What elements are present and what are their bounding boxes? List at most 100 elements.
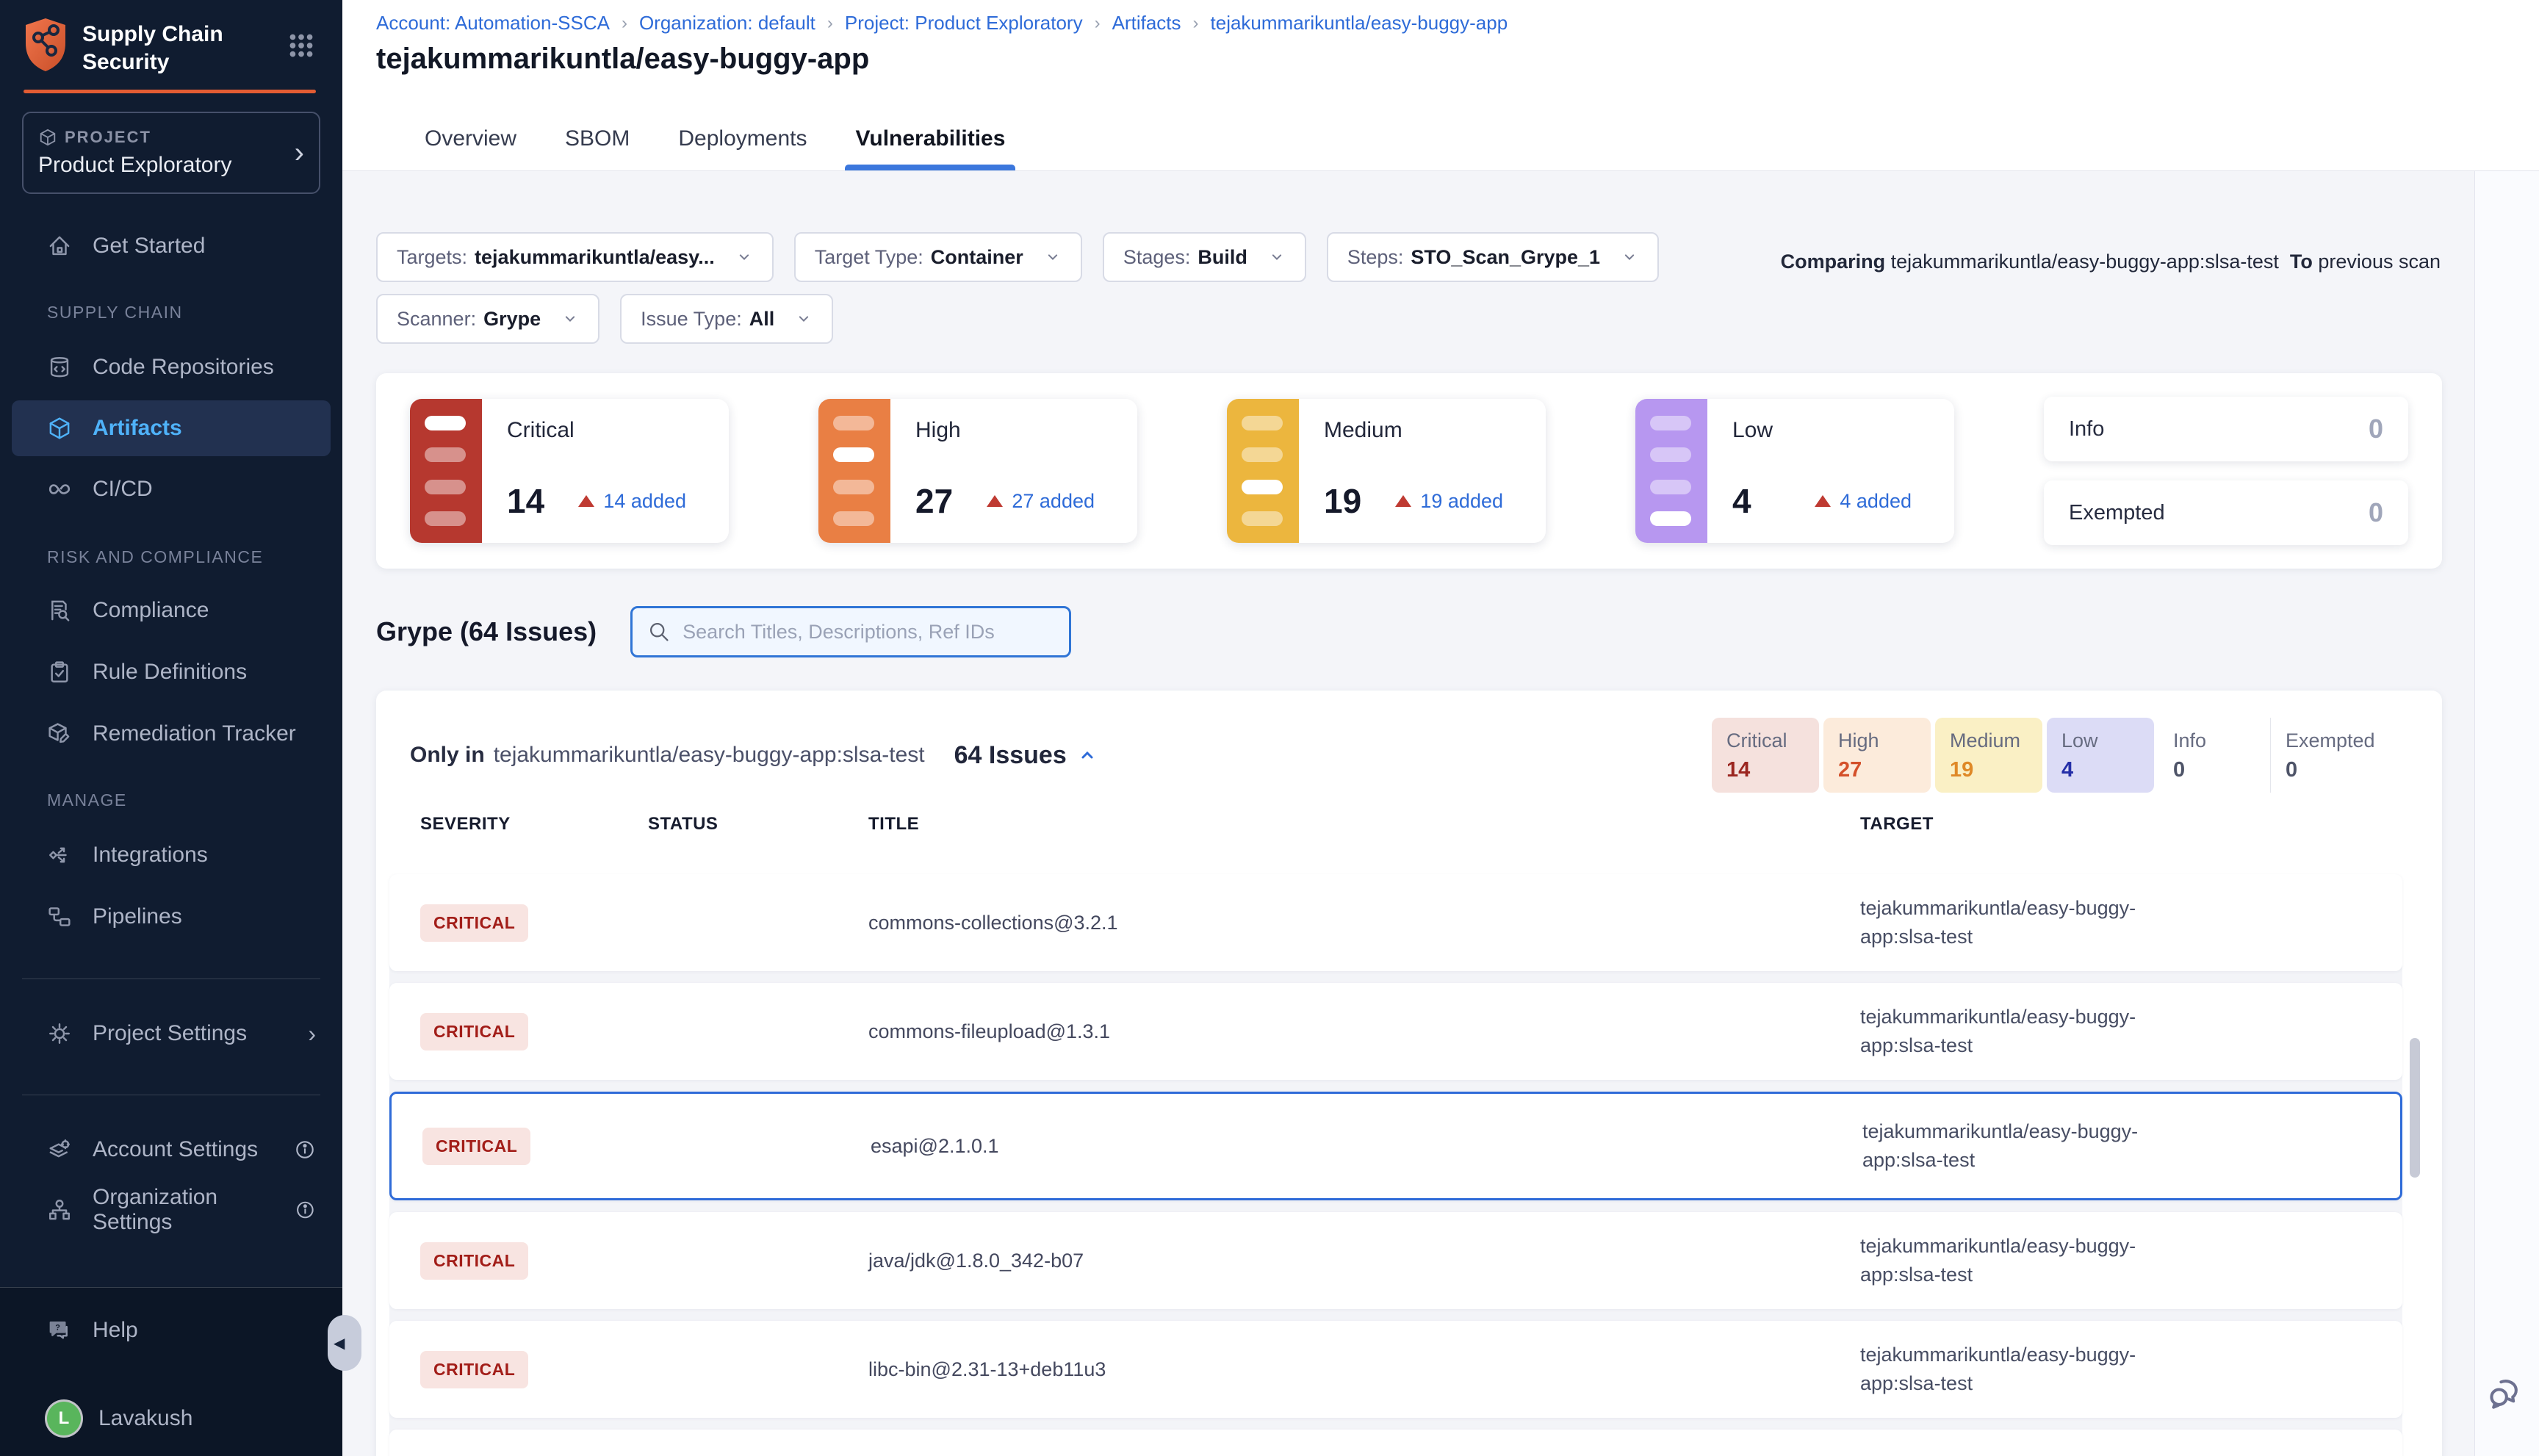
product-title: Supply Chain Security xyxy=(82,21,223,76)
severity-card-high[interactable]: High 27 27 added xyxy=(818,399,1137,543)
filter-stages[interactable]: Stages: Build xyxy=(1103,232,1306,282)
user-menu[interactable]: L Lavakush xyxy=(12,1395,331,1442)
high-count: 27 xyxy=(915,481,953,521)
chat-bubbles-icon[interactable] xyxy=(2486,1375,2524,1413)
severity-badge: CRITICAL xyxy=(420,904,528,942)
sidebar-item-remediation-tracker[interactable]: Remediation Tracker xyxy=(12,710,331,757)
chip-critical[interactable]: Critical 14 xyxy=(1712,718,1819,793)
tab-deployments[interactable]: Deployments xyxy=(678,126,807,170)
issues-count: 64 Issues xyxy=(954,741,1067,770)
issue-target: tejakummarikuntla/easy-buggy-app:slsa-te… xyxy=(1860,1003,2178,1060)
table-row[interactable]: CRITICAL commons-collections@3.2.1 tejak… xyxy=(389,874,2402,971)
sidebar-item-get-started[interactable]: Get Started xyxy=(12,223,331,270)
sidebar-item-cicd[interactable]: CI/CD xyxy=(12,466,331,513)
sidebar-item-account-settings[interactable]: Account Settings xyxy=(12,1126,331,1173)
breadcrumb-artifacts[interactable]: Artifacts xyxy=(1112,12,1181,35)
search-input[interactable] xyxy=(683,621,1054,644)
page-header: Account: Automation-SSCA › Organization:… xyxy=(342,0,2539,171)
triangle-up-icon xyxy=(987,495,1003,507)
sidebar-item-artifacts[interactable]: Artifacts xyxy=(12,400,331,456)
filter-targets[interactable]: Targets: tejakummarikuntla/easy... xyxy=(376,232,774,282)
sidebar-item-project-settings[interactable]: Project Settings › xyxy=(12,1010,331,1057)
tab-vulnerabilities[interactable]: Vulnerabilities xyxy=(855,126,1005,170)
sidebar-item-integrations[interactable]: Integrations xyxy=(12,832,331,879)
column-target: TARGET xyxy=(1860,814,2391,835)
breadcrumb-account[interactable]: Account: Automation-SSCA xyxy=(376,12,610,35)
chevron-left-icon: ◀ xyxy=(334,1334,345,1352)
column-severity: SEVERITY xyxy=(420,814,648,835)
only-in-target: tejakummarikuntla/easy-buggy-app:slsa-te… xyxy=(494,743,925,768)
tab-sbom[interactable]: SBOM xyxy=(565,126,630,170)
chip-high[interactable]: High 27 xyxy=(1823,718,1931,793)
info-icon[interactable] xyxy=(295,1199,316,1221)
triangle-up-icon xyxy=(578,495,594,507)
breadcrumb-separator: › xyxy=(1095,13,1101,34)
filter-issue-type[interactable]: Issue Type: All xyxy=(620,294,833,344)
chip-exempted[interactable]: Exempted 0 xyxy=(2270,718,2402,793)
tab-overview[interactable]: Overview xyxy=(425,126,516,170)
issue-target: tejakummarikuntla/easy-buggy-app:slsa-te… xyxy=(1862,1117,2180,1175)
severity-card-low[interactable]: Low 4 4 added xyxy=(1635,399,1954,543)
breadcrumb-current[interactable]: tejakummarikuntla/easy-buggy-app xyxy=(1211,12,1508,35)
sidebar-item-rule-definitions[interactable]: Rule Definitions xyxy=(12,649,331,696)
home-icon xyxy=(47,234,72,259)
table-row[interactable]: CRITICAL libc-bin@2.31-13+deb11u3 tejaku… xyxy=(389,1321,2402,1418)
filter-target-type[interactable]: Target Type: Container xyxy=(794,232,1082,282)
chip-low[interactable]: Low 4 xyxy=(2047,718,2154,793)
table-row-selected[interactable]: CRITICAL esapi@2.1.0.1 tejakummarikuntla… xyxy=(389,1092,2402,1200)
infinity-icon xyxy=(47,477,72,502)
chip-medium[interactable]: Medium 19 xyxy=(1935,718,2042,793)
issue-title: esapi@2.1.0.1 xyxy=(871,1135,1862,1158)
sidebar: Supply Chain Security PROJECT Product Ex… xyxy=(0,0,342,1456)
page-scroll-gutter xyxy=(2474,171,2539,1456)
severity-card-critical[interactable]: Critical 14 14 added xyxy=(410,399,729,543)
main-area: Account: Automation-SSCA › Organization:… xyxy=(342,0,2539,1456)
issues-search[interactable] xyxy=(630,606,1071,657)
breadcrumb-separator: › xyxy=(827,13,833,34)
sidebar-item-label: Compliance xyxy=(93,598,209,623)
app-switcher-grid-icon[interactable] xyxy=(288,32,314,59)
sidebar-item-compliance[interactable]: Compliance xyxy=(12,587,331,634)
info-card[interactable]: Info 0 xyxy=(2044,397,2408,461)
high-added: 27 added xyxy=(987,490,1095,513)
sidebar-collapse-handle[interactable]: ◀ xyxy=(328,1315,361,1371)
severity-strip xyxy=(818,399,890,543)
chevron-down-icon xyxy=(1044,248,1062,266)
chevron-right-icon: › xyxy=(295,138,304,167)
breadcrumb-project[interactable]: Project: Product Exploratory xyxy=(845,12,1083,35)
breadcrumb-organization[interactable]: Organization: default xyxy=(639,12,815,35)
sidebar-item-code-repositories[interactable]: Code Repositories xyxy=(12,344,331,391)
column-title: TITLE xyxy=(868,814,1860,835)
exempted-card[interactable]: Exempted 0 xyxy=(2044,480,2408,545)
app-logo: Supply Chain Security xyxy=(22,16,223,76)
table-scrollbar-thumb[interactable] xyxy=(2410,1038,2420,1178)
svg-text:?: ? xyxy=(55,1323,60,1332)
severity-summary-panel: Critical 14 14 added xyxy=(376,373,2442,569)
help-button[interactable]: ? Help xyxy=(12,1307,331,1354)
issue-target: tejakummarikuntla/easy-buggy-app:slsa-te… xyxy=(1860,1232,2178,1289)
cube-icon xyxy=(38,128,57,147)
table-row[interactable]: CRITICAL commons-fileupload@1.3.1 tejaku… xyxy=(389,983,2402,1080)
info-exempted-column: Info 0 Exempted 0 xyxy=(2044,397,2408,545)
chip-info[interactable]: Info 0 xyxy=(2158,718,2266,793)
project-selector[interactable]: PROJECT Product Exploratory › xyxy=(22,112,320,194)
repository-icon xyxy=(47,355,72,380)
project-name: Product Exploratory xyxy=(38,153,295,178)
filter-scanner[interactable]: Scanner: Grype xyxy=(376,294,599,344)
filters-row-2: Scanner: Grype Issue Type: All xyxy=(376,294,833,344)
sidebar-item-pipelines[interactable]: Pipelines xyxy=(12,893,331,940)
triangle-up-icon xyxy=(1815,495,1831,507)
org-gear-icon xyxy=(47,1197,72,1222)
filter-steps[interactable]: Steps: STO_Scan_Grype_1 xyxy=(1327,232,1659,282)
sidebar-item-label: Remediation Tracker xyxy=(93,721,296,746)
sidebar-item-organization-settings[interactable]: Organization Settings xyxy=(12,1186,331,1233)
gear-icon xyxy=(47,1021,72,1046)
table-row[interactable] xyxy=(389,1430,2402,1456)
critical-count: 14 xyxy=(507,481,544,521)
sidebar-item-label: CI/CD xyxy=(93,477,153,502)
severity-card-medium[interactable]: Medium 19 19 added xyxy=(1227,399,1546,543)
info-icon[interactable] xyxy=(294,1139,316,1161)
sidebar-item-label: Pipelines xyxy=(93,904,182,929)
table-row[interactable]: CRITICAL java/jdk@1.8.0_342-b07 tejakumm… xyxy=(389,1212,2402,1309)
chevron-up-icon[interactable] xyxy=(1077,745,1098,765)
